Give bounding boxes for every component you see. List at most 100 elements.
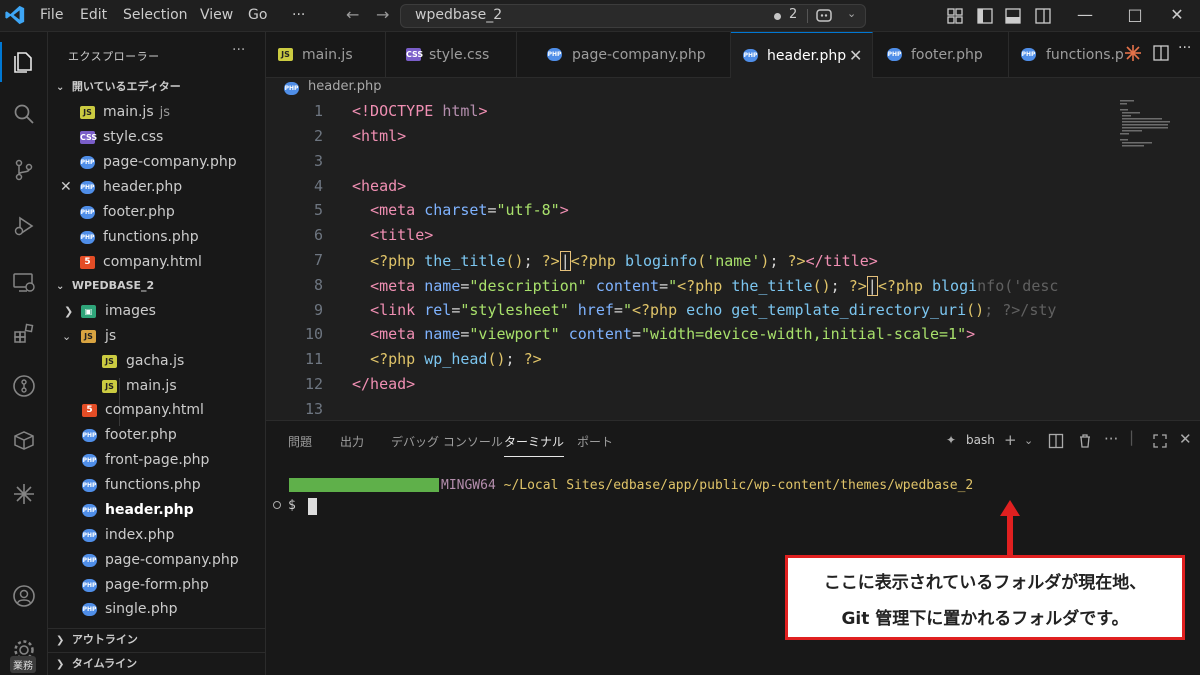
toggle-primary-sidebar-icon[interactable] <box>976 7 994 25</box>
open-editor-item[interactable]: PHP footer.php <box>48 200 266 225</box>
toggle-panel-icon[interactable] <box>1004 7 1022 25</box>
menu-selection[interactable]: Selection <box>117 0 194 32</box>
tab-footer-php[interactable]: PHP footer.php <box>873 32 1009 78</box>
tree-file[interactable]: PHP front-page.php <box>48 448 266 473</box>
split-terminal-icon[interactable] <box>1048 433 1064 449</box>
php-file-icon: PHP <box>82 579 97 592</box>
menu-go[interactable]: Go <box>242 0 273 32</box>
tab-terminal[interactable]: ターミナル <box>504 433 565 457</box>
extensions-icon[interactable] <box>0 310 48 358</box>
command-center[interactable]: wpedbase_2 2 ⌄ <box>400 4 866 28</box>
explorer-sidebar: エクスプローラー ··· ⌄ 開いているエディター JS main.js js C… <box>48 32 266 675</box>
php-file-icon: PHP <box>82 454 97 467</box>
open-editor-item-active[interactable]: ✕ PHP header.php <box>48 175 266 200</box>
js-file-icon: JS <box>80 106 95 119</box>
menu-edit[interactable]: Edit <box>74 0 113 32</box>
menu-view[interactable]: View <box>194 0 239 32</box>
close-icon[interactable]: ✕ <box>849 33 862 79</box>
source-control-icon[interactable] <box>0 146 48 194</box>
open-editors-header[interactable]: ⌄ 開いているエディター <box>48 76 266 98</box>
open-editor-item[interactable]: PHP page-company.php <box>48 150 266 175</box>
php-file-icon: PHP <box>80 181 95 194</box>
menu-more[interactable]: ··· <box>286 0 311 32</box>
remote-explorer-icon[interactable] <box>0 258 48 306</box>
minimize-icon[interactable]: — <box>1062 0 1108 32</box>
tree-file[interactable]: PHP single.php <box>48 597 266 622</box>
back-arrow-icon[interactable]: ← <box>346 5 359 24</box>
explorer-title: エクスプローラー <box>68 50 160 63</box>
containers-icon[interactable] <box>0 416 48 464</box>
tree-folder-images[interactable]: ❯ ▣ images <box>48 299 266 324</box>
open-editor-item[interactable]: 5 company.html <box>48 250 266 275</box>
code-line: <?php the_title(); ?>|<?php bloginfo('na… <box>370 251 878 271</box>
callout-line-2: Git 管理下に置かれるフォルダです。 <box>841 609 1129 629</box>
tab-ports[interactable]: ポート <box>577 433 613 450</box>
project-folder-header[interactable]: ⌄ WPEDBASE_2 <box>48 275 266 297</box>
tree-file[interactable]: PHP page-form.php <box>48 573 266 598</box>
tree-file[interactable]: PHP index.php <box>48 523 266 548</box>
php-file-icon: PHP <box>887 48 902 61</box>
close-panel-icon[interactable]: ✕ <box>1179 430 1192 448</box>
breadcrumb[interactable]: PHP header.php <box>266 78 1200 98</box>
tab-problems[interactable]: 問題 <box>288 433 312 450</box>
tab-style-css[interactable]: CSS style.css <box>386 32 517 78</box>
outline-header[interactable]: ❯ アウトライン <box>48 628 266 650</box>
open-editor-item[interactable]: CSS style.css <box>48 125 266 150</box>
line-number: 6 <box>313 226 323 244</box>
close-icon[interactable]: ✕ <box>1154 0 1200 32</box>
tree-file[interactable]: PHP page-company.php <box>48 548 266 573</box>
vscode-logo-icon[interactable] <box>4 4 26 26</box>
tree-file[interactable]: PHP functions.php <box>48 473 266 498</box>
line-number: 4 <box>313 177 323 195</box>
tree-file[interactable]: PHP footer.php <box>48 423 266 448</box>
forward-arrow-icon[interactable]: → <box>376 5 389 24</box>
more-actions-icon[interactable]: ··· <box>232 42 245 58</box>
terminal-shell-name[interactable]: bash <box>966 433 995 447</box>
open-editor-item[interactable]: JS main.js js <box>48 100 266 125</box>
code-line: <head> <box>352 177 407 195</box>
images-folder-icon: ▣ <box>81 305 96 318</box>
gitlens-icon[interactable] <box>0 362 48 410</box>
divider <box>807 9 808 23</box>
chevron-down-icon[interactable]: ⌄ <box>847 7 856 20</box>
open-editor-item[interactable]: PHP functions.php <box>48 225 266 250</box>
search-icon[interactable] <box>0 90 48 138</box>
run-debug-icon[interactable] <box>0 202 48 250</box>
account-icon[interactable] <box>0 572 48 620</box>
tree-file[interactable]: JS gacha.js <box>48 349 266 374</box>
code-line: <!DOCTYPE html> <box>352 102 488 120</box>
maximize-panel-icon[interactable] <box>1152 433 1168 449</box>
new-terminal-icon[interactable]: + <box>1004 431 1017 449</box>
tab-output[interactable]: 出力 <box>340 433 364 450</box>
tree-file[interactable]: 5 company.html <box>48 398 266 423</box>
line-number: 12 <box>304 375 323 393</box>
tab-debug-console[interactable]: デバッグ コンソール <box>391 433 503 450</box>
maximize-icon[interactable]: □ <box>1112 0 1158 32</box>
trash-icon[interactable] <box>1077 433 1093 449</box>
tree-folder-js[interactable]: ⌄ JS js <box>48 324 266 349</box>
tree-file-active[interactable]: PHP header.php <box>48 498 266 523</box>
copilot-icon[interactable] <box>815 7 835 25</box>
tree-file[interactable]: JS main.js <box>48 374 266 399</box>
line-number: 3 <box>313 152 323 170</box>
tab-header-php[interactable]: PHP header.php ✕ <box>731 32 873 78</box>
explorer-icon[interactable] <box>0 38 48 86</box>
tab-main-js[interactable]: JS main.js <box>266 32 386 78</box>
tab-page-company[interactable]: PHP page-company.php <box>517 32 731 78</box>
tab-functions-php[interactable]: PHP functions.p <box>1009 32 1124 78</box>
more-actions-icon[interactable]: ··· <box>1104 430 1118 448</box>
menu-file[interactable]: File <box>34 0 69 32</box>
code-editor[interactable]: 1 2 3 4 5 6 7 8 9 10 11 12 13 <!DOCTYPE … <box>266 98 1200 420</box>
chevron-right-icon: ❯ <box>56 659 65 670</box>
timeline-header[interactable]: ❯ タイムライン <box>48 652 266 674</box>
split-editor-icon[interactable] <box>1152 44 1170 62</box>
customize-layout-icon[interactable] <box>946 7 964 25</box>
code-line: <meta name="viewport" content="width=dev… <box>370 325 976 343</box>
toggle-secondary-sidebar-icon[interactable] <box>1034 7 1052 25</box>
chevron-down-icon[interactable]: ⌄ <box>1024 434 1033 447</box>
copilot-spark-icon[interactable] <box>1124 44 1142 62</box>
more-actions-icon[interactable]: ··· <box>1178 40 1191 56</box>
copilot-spark-icon[interactable] <box>0 470 48 518</box>
minimap[interactable] <box>1118 98 1198 158</box>
close-icon[interactable]: ✕ <box>60 175 72 200</box>
